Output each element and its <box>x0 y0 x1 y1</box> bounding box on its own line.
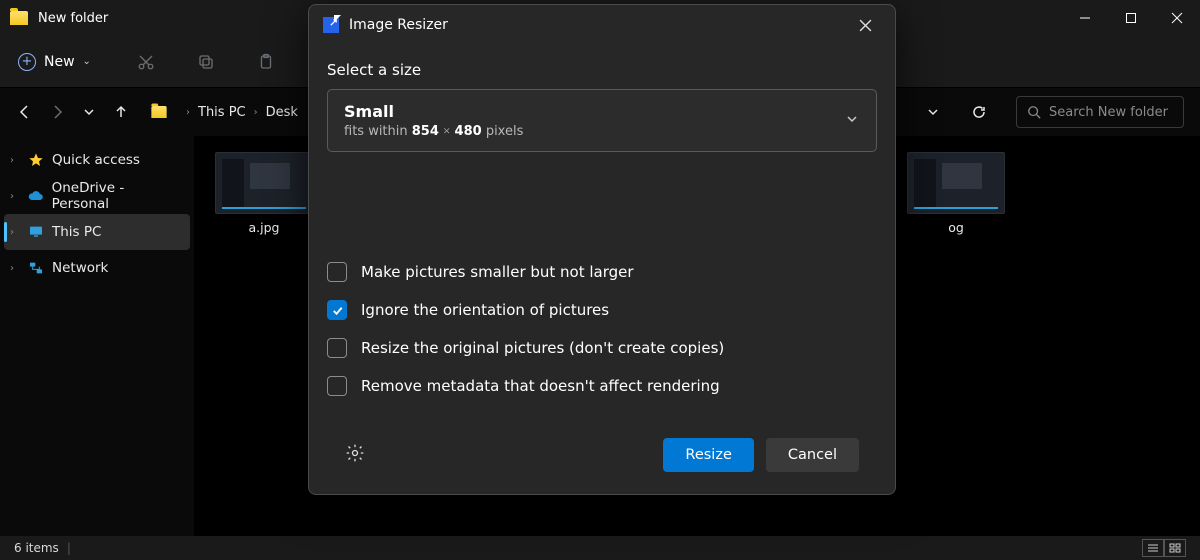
sidebar: › Quick access › OneDrive - Personal › T… <box>0 136 194 536</box>
size-name: Small <box>344 102 523 121</box>
option-label: Ignore the orientation of pictures <box>361 301 609 319</box>
new-label: New <box>44 54 75 70</box>
breadcrumb-root[interactable]: This PC <box>198 105 246 120</box>
checkbox[interactable] <box>327 338 347 358</box>
breadcrumb[interactable]: › This PC › Desk <box>150 105 298 120</box>
option-label: Remove metadata that doesn't affect rend… <box>361 377 720 395</box>
search-input[interactable]: Search New folder <box>1016 96 1184 128</box>
paste-icon[interactable] <box>257 53 275 71</box>
address-dropdown[interactable] <box>924 103 942 121</box>
sidebar-item-onedrive[interactable]: › OneDrive - Personal <box>0 178 194 214</box>
breadcrumb-sep: › <box>254 107 258 118</box>
option-remove-metadata[interactable]: Remove metadata that doesn't affect rend… <box>327 376 877 396</box>
view-details-button[interactable] <box>1142 539 1164 557</box>
status-count: 6 items <box>14 541 59 555</box>
settings-button[interactable] <box>345 443 365 467</box>
file-thumbnail <box>907 152 1005 214</box>
monitor-icon <box>28 224 44 240</box>
option-ignore-orientation[interactable]: Ignore the orientation of pictures <box>327 300 877 320</box>
search-icon <box>1027 105 1041 119</box>
sidebar-item-label: Network <box>52 260 108 276</box>
image-resizer-icon <box>323 17 339 33</box>
breadcrumb-sep: › <box>186 107 190 118</box>
option-resize-originals[interactable]: Resize the original pictures (don't crea… <box>327 338 877 358</box>
search-placeholder: Search New folder <box>1049 105 1168 120</box>
option-label: Make pictures smaller but not larger <box>361 263 634 281</box>
sidebar-item-network[interactable]: › Network <box>0 250 194 286</box>
sidebar-item-label: Quick access <box>52 152 140 168</box>
cloud-icon <box>28 188 44 204</box>
chevron-right-icon: › <box>10 155 20 166</box>
maximize-button[interactable] <box>1108 0 1154 36</box>
size-dropdown[interactable]: Small fits within 854 × 480 pixels <box>327 89 877 152</box>
star-icon <box>28 152 44 168</box>
checkbox[interactable] <box>327 376 347 396</box>
file-tile[interactable]: og <box>896 152 1016 235</box>
option-smaller-not-larger[interactable]: Make pictures smaller but not larger <box>327 262 877 282</box>
view-thumbnails-button[interactable] <box>1164 539 1186 557</box>
dialog-footer: Resize Cancel <box>327 424 877 490</box>
close-button[interactable] <box>1154 0 1200 36</box>
status-divider: | <box>67 541 71 555</box>
sidebar-item-label: OneDrive - Personal <box>52 180 184 212</box>
checkbox-checked[interactable] <box>327 300 347 320</box>
select-size-label: Select a size <box>327 61 877 79</box>
dialog-titlebar: Image Resizer <box>309 5 895 45</box>
file-name: a.jpg <box>249 220 280 235</box>
back-button[interactable] <box>16 103 34 121</box>
folder-icon <box>10 11 28 25</box>
size-description: fits within 854 × 480 pixels <box>344 123 523 139</box>
new-button[interactable]: + New ⌄ <box>18 53 91 71</box>
window-controls <box>1062 0 1200 36</box>
image-resizer-dialog: Image Resizer Select a size Small fits w… <box>308 4 896 495</box>
minimize-button[interactable] <box>1062 0 1108 36</box>
copy-icon[interactable] <box>197 53 215 71</box>
network-icon <box>28 260 44 276</box>
chevron-down-icon: ⌄ <box>83 56 91 67</box>
cancel-button[interactable]: Cancel <box>766 438 859 472</box>
options-list: Make pictures smaller but not larger Ign… <box>327 262 877 396</box>
recent-dropdown[interactable] <box>80 103 98 121</box>
sidebar-item-quick-access[interactable]: › Quick access <box>0 142 194 178</box>
status-bar: 6 items | <box>0 536 1200 560</box>
cut-icon[interactable] <box>137 53 155 71</box>
checkbox[interactable] <box>327 262 347 282</box>
forward-button[interactable] <box>48 103 66 121</box>
chevron-right-icon: › <box>10 191 20 202</box>
refresh-button[interactable] <box>970 103 988 121</box>
file-thumbnail <box>215 152 313 214</box>
chevron-down-icon <box>844 111 860 131</box>
dialog-close-button[interactable] <box>849 9 881 41</box>
dialog-title: Image Resizer <box>349 17 448 33</box>
file-tile[interactable]: a.jpg <box>204 152 324 235</box>
window-title: New folder <box>38 11 108 26</box>
option-label: Resize the original pictures (don't crea… <box>361 339 724 357</box>
resize-button[interactable]: Resize <box>663 438 753 472</box>
file-name: og <box>948 220 964 235</box>
plus-icon: + <box>18 53 36 71</box>
folder-icon <box>151 106 166 118</box>
up-button[interactable] <box>112 103 130 121</box>
chevron-right-icon: › <box>10 227 20 238</box>
sidebar-item-this-pc[interactable]: › This PC <box>4 214 190 250</box>
sidebar-item-label: This PC <box>52 224 101 240</box>
breadcrumb-item[interactable]: Desk <box>266 105 298 120</box>
chevron-right-icon: › <box>10 263 20 274</box>
